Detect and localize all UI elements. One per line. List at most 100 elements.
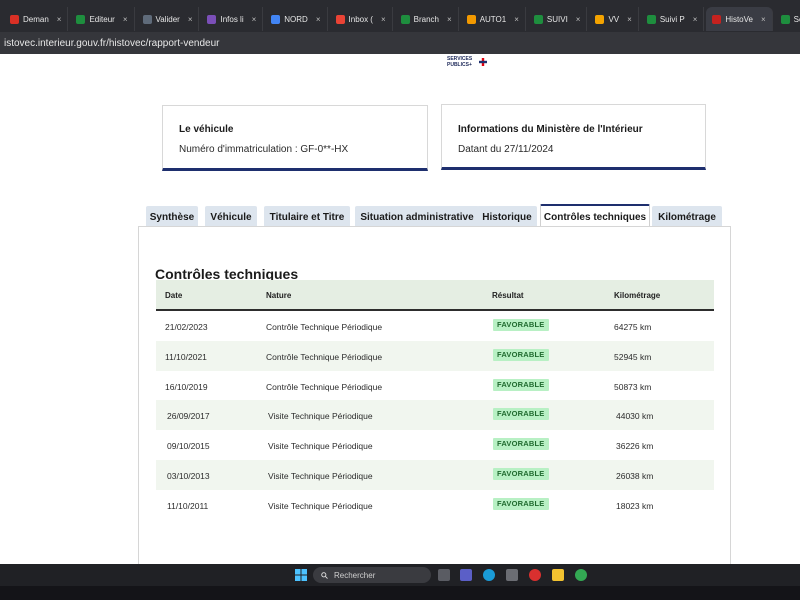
browser-tab-label: Infos li bbox=[220, 14, 244, 24]
ministry-card-title: Informations du Ministère de l'Intérieur bbox=[458, 124, 643, 135]
browser-tab-label: NORD bbox=[284, 14, 308, 24]
close-tab-icon[interactable]: × bbox=[252, 15, 257, 24]
tab-kilometrage[interactable]: Kilométrage bbox=[652, 206, 722, 228]
browser-tab-label: Editeur bbox=[89, 14, 115, 24]
chrome-icon[interactable] bbox=[575, 569, 587, 581]
tab-vehicule[interactable]: Véhicule bbox=[205, 206, 257, 228]
taskbar: Rechercher bbox=[0, 564, 800, 586]
cell-date: 09/10/2015 bbox=[167, 441, 210, 452]
tab-favicon-icon bbox=[335, 14, 345, 24]
browser-tab[interactable]: HistoVe × bbox=[706, 7, 773, 31]
browser-tab-label: VV bbox=[608, 14, 620, 24]
close-tab-icon[interactable]: × bbox=[514, 15, 519, 24]
file-explorer-icon[interactable] bbox=[552, 569, 564, 581]
tab-favicon-icon bbox=[271, 14, 281, 24]
browser-tab[interactable]: NORD × bbox=[265, 7, 328, 31]
tab-historique[interactable]: Historique bbox=[477, 206, 537, 228]
browser-tab[interactable]: Suivi P × bbox=[641, 7, 705, 31]
browser-tab[interactable]: Valider × bbox=[137, 7, 200, 31]
tab-favicon-icon bbox=[207, 14, 217, 24]
browser-tab[interactable]: Service× bbox=[775, 7, 800, 31]
cell-date: 16/10/2019 bbox=[165, 381, 208, 392]
close-tab-icon[interactable]: × bbox=[447, 15, 452, 24]
browser-tab-label: Inbox ( bbox=[348, 14, 373, 24]
cell-mileage: 36226 km bbox=[616, 441, 654, 452]
calendar-app-icon[interactable] bbox=[506, 569, 518, 581]
browser-tab-label: SUIVI bbox=[546, 14, 568, 24]
url-text[interactable]: istovec.interieur.gouv.fr/histovec/rappo… bbox=[4, 38, 219, 49]
cell-mileage: 64275 km bbox=[614, 322, 652, 332]
browser-tab[interactable]: Editeur × bbox=[70, 7, 135, 31]
table-header: Date Nature Résultat Kilométrage bbox=[156, 280, 714, 311]
taskbar-search[interactable]: Rechercher bbox=[313, 567, 431, 583]
table-body: 21/02/2023 Contrôle Technique Périodique 6… bbox=[156, 311, 714, 520]
browser-tab-label: Valider bbox=[155, 14, 180, 24]
status-badge: FAVORABLE bbox=[493, 467, 549, 480]
tab-favicon-icon bbox=[76, 14, 86, 24]
close-tab-icon[interactable]: × bbox=[693, 15, 698, 24]
teams-icon[interactable] bbox=[460, 569, 472, 581]
cell-mileage: 44030 km bbox=[616, 411, 654, 422]
browser-tab[interactable]: Deman × bbox=[4, 7, 69, 31]
close-tab-icon[interactable]: × bbox=[576, 15, 581, 24]
tab-controles-techniques[interactable]: Contrôles techniques bbox=[540, 204, 650, 228]
cell-nature: Visite Technique Périodique bbox=[268, 411, 373, 422]
registration-number: Numéro d'immatriculation : GF-0**-HX bbox=[179, 144, 349, 155]
table-row: 16/10/2019 Contrôle Technique Périodique 5… bbox=[156, 371, 714, 401]
browser-tab-label: Suivi P bbox=[659, 14, 685, 24]
table-row: 03/10/2013 Visite Technique Périodique 260… bbox=[156, 459, 714, 490]
edge-icon[interactable] bbox=[483, 569, 495, 581]
close-tab-icon[interactable]: × bbox=[627, 15, 632, 24]
tab-titulaire[interactable]: Titulaire et Titre bbox=[264, 206, 350, 228]
close-tab-icon[interactable]: × bbox=[316, 15, 321, 24]
browser-tab[interactable]: AUTO1 × bbox=[461, 7, 526, 31]
vehicle-card: Le véhicule Numéro d'immatriculation : G… bbox=[162, 105, 428, 171]
browser-tab[interactable]: VV × bbox=[589, 7, 639, 31]
close-tab-icon[interactable]: × bbox=[188, 15, 193, 24]
page-viewport: SERVICES PUBLICS+ Le véhicule Numéro d'i… bbox=[0, 54, 800, 564]
status-badge: FAVORABLE bbox=[493, 348, 549, 361]
cell-mileage: 18023 km bbox=[616, 500, 654, 511]
table-row: 11/10/2011 Visite Technique Périodique 180… bbox=[156, 490, 714, 520]
close-tab-icon[interactable]: × bbox=[381, 15, 386, 24]
tab-synthese[interactable]: Synthèse bbox=[146, 206, 198, 228]
browser-tab[interactable]: Inbox ( × bbox=[330, 7, 393, 31]
browser-tab-label: AUTO1 bbox=[479, 14, 507, 24]
address-bar[interactable]: istovec.interieur.gouv.fr/histovec/rappo… bbox=[0, 32, 800, 54]
tab-favicon-icon bbox=[466, 14, 476, 24]
cell-mileage: 26038 km bbox=[616, 470, 654, 481]
cell-nature: Visite Technique Périodique bbox=[268, 470, 373, 481]
windows-start-icon[interactable] bbox=[295, 569, 307, 581]
table-row: 26/09/2017 Visite Technique Périodique 440… bbox=[156, 400, 714, 431]
screen-bezel bbox=[0, 586, 800, 600]
vehicle-card-title: Le véhicule bbox=[179, 124, 234, 135]
ministry-info-card: Informations du Ministère de l'Intérieur… bbox=[441, 104, 706, 170]
browser-tab[interactable]: Branch × bbox=[395, 7, 459, 31]
search-icon bbox=[321, 571, 328, 579]
cell-mileage: 52945 km bbox=[614, 351, 652, 362]
close-tab-icon[interactable]: × bbox=[123, 15, 128, 24]
technical-inspections-table: Date Nature Résultat Kilométrage 21/02/2… bbox=[156, 280, 714, 520]
opera-icon[interactable] bbox=[529, 569, 541, 581]
cell-date: 11/10/2011 bbox=[167, 500, 209, 511]
browser-tab[interactable]: SUIVI × bbox=[528, 7, 588, 31]
browser-tab-label: Deman bbox=[23, 14, 49, 24]
tab-favicon-icon bbox=[712, 14, 722, 24]
tab-favicon-icon bbox=[10, 14, 19, 24]
cell-date: 03/10/2013 bbox=[167, 470, 210, 481]
status-badge: FAVORABLE bbox=[493, 438, 549, 451]
tab-situation-administrative[interactable]: Situation administrative bbox=[355, 206, 479, 228]
tab-favicon-icon bbox=[533, 14, 543, 24]
cell-date: 11/10/2021 bbox=[165, 351, 207, 362]
search-placeholder: Rechercher bbox=[334, 570, 376, 580]
browser-tab-strip: Deman × Editeur × Valider × Infos li × NORD × Inbo… bbox=[0, 0, 800, 32]
close-tab-icon[interactable]: × bbox=[761, 15, 766, 24]
close-tab-icon[interactable]: × bbox=[57, 15, 62, 24]
browser-tab[interactable]: Infos li × bbox=[201, 7, 264, 31]
status-badge: FAVORABLE bbox=[493, 408, 549, 421]
header-date: Date bbox=[165, 291, 183, 300]
cell-nature: Visite Technique Périodique bbox=[268, 441, 373, 452]
task-view-icon[interactable] bbox=[438, 569, 450, 581]
table-row: 11/10/2021 Contrôle Technique Périodique 5… bbox=[156, 340, 714, 371]
tab-favicon-icon bbox=[595, 14, 605, 24]
